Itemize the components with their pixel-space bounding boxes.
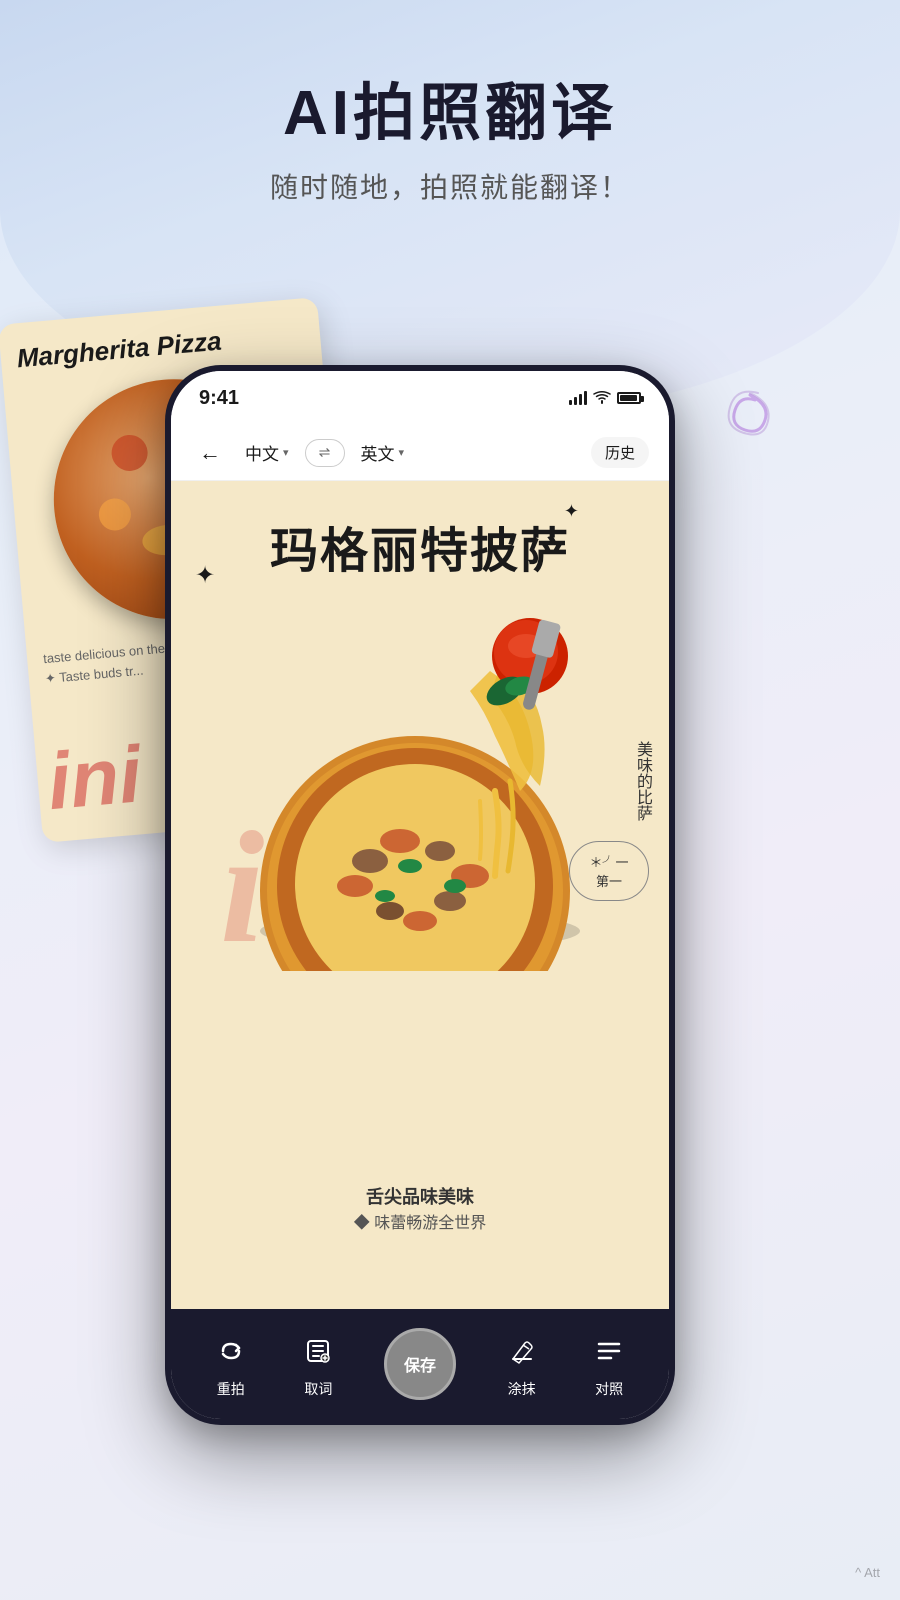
- erase-icon: [500, 1329, 544, 1373]
- retake-button[interactable]: 重拍: [209, 1329, 253, 1399]
- translation-nav: ← 中文 ▾ ⇌ 英文 ▾ 历史: [171, 425, 669, 481]
- status-time: 9:41: [199, 387, 239, 410]
- rating-badge: ＊╯一 第一: [569, 841, 649, 901]
- sparkle-icon-2: ✦: [564, 501, 579, 522]
- retake-label: 重拍: [217, 1379, 245, 1399]
- status-icons: [569, 390, 641, 407]
- page-title: AI拍照翻译: [0, 80, 900, 148]
- decorative-swirl: [720, 385, 780, 445]
- source-lang-selector[interactable]: 中文 ▾: [245, 440, 289, 465]
- extract-icon: [296, 1329, 340, 1373]
- status-bar: 9:41: [171, 371, 669, 425]
- retake-icon: [209, 1329, 253, 1373]
- bottom-slogan-1: 舌尖品味美味: [171, 1183, 669, 1209]
- battery-icon: [617, 392, 641, 404]
- signal-bar-4: [584, 391, 587, 405]
- erase-button[interactable]: 涂抹: [500, 1329, 544, 1399]
- bottom-slogan-2: ◆ 味蕾畅游全世界: [171, 1209, 669, 1233]
- swap-icon: ⇌: [319, 444, 331, 461]
- translation-content: ✦ ✦ 玛格丽特披萨 ini: [171, 481, 669, 1309]
- page-subtitle: 随时随地，拍照就能翻译！: [0, 166, 900, 206]
- header: AI拍照翻译 随时随地，拍照就能翻译！: [0, 0, 900, 206]
- wifi-icon: [593, 390, 611, 407]
- bottom-toolbar: 重拍 取词 保存: [171, 1309, 669, 1419]
- watermark: ^ Att: [855, 1565, 880, 1580]
- back-button[interactable]: ←: [191, 436, 229, 470]
- translated-title: 玛格丽特披萨: [250, 481, 590, 591]
- source-lang-arrow: ▾: [283, 446, 289, 459]
- save-button[interactable]: 保存: [384, 1328, 456, 1400]
- source-lang-label: 中文: [245, 440, 279, 465]
- signal-bar-2: [574, 397, 577, 405]
- target-lang-label: 英文: [361, 440, 395, 465]
- pizza-image-area: ini: [171, 591, 669, 971]
- battery-fill: [620, 395, 637, 401]
- phone-screen: 9:41: [171, 371, 669, 1419]
- extract-label: 取词: [304, 1379, 332, 1399]
- sparkle-icon-1: ✦: [195, 561, 215, 590]
- save-label: 保存: [404, 1352, 436, 1376]
- pizza-illustration: ini: [210, 591, 630, 971]
- save-btn-circle: 保存: [384, 1328, 456, 1400]
- side-description: 美味的比萨: [629, 741, 655, 821]
- target-lang-selector[interactable]: 英文 ▾: [361, 440, 405, 465]
- extract-button[interactable]: 取词: [296, 1329, 340, 1399]
- signal-bar-1: [569, 400, 572, 405]
- history-button[interactable]: 历史: [591, 437, 649, 468]
- bg-red-letter: ini: [45, 734, 145, 822]
- signal-bar-3: [579, 394, 582, 405]
- compare-icon: [587, 1329, 631, 1373]
- target-lang-arrow: ▾: [399, 446, 405, 459]
- erase-label: 涂抹: [508, 1379, 536, 1399]
- pizza-translation-page: ✦ ✦ 玛格丽特披萨 ini: [171, 481, 669, 1309]
- signal-icon: [569, 391, 587, 405]
- compare-button[interactable]: 对照: [587, 1329, 631, 1399]
- compare-label: 对照: [595, 1379, 623, 1399]
- phone-mockup: 9:41: [165, 365, 675, 1425]
- swap-lang-button[interactable]: ⇌: [305, 439, 345, 467]
